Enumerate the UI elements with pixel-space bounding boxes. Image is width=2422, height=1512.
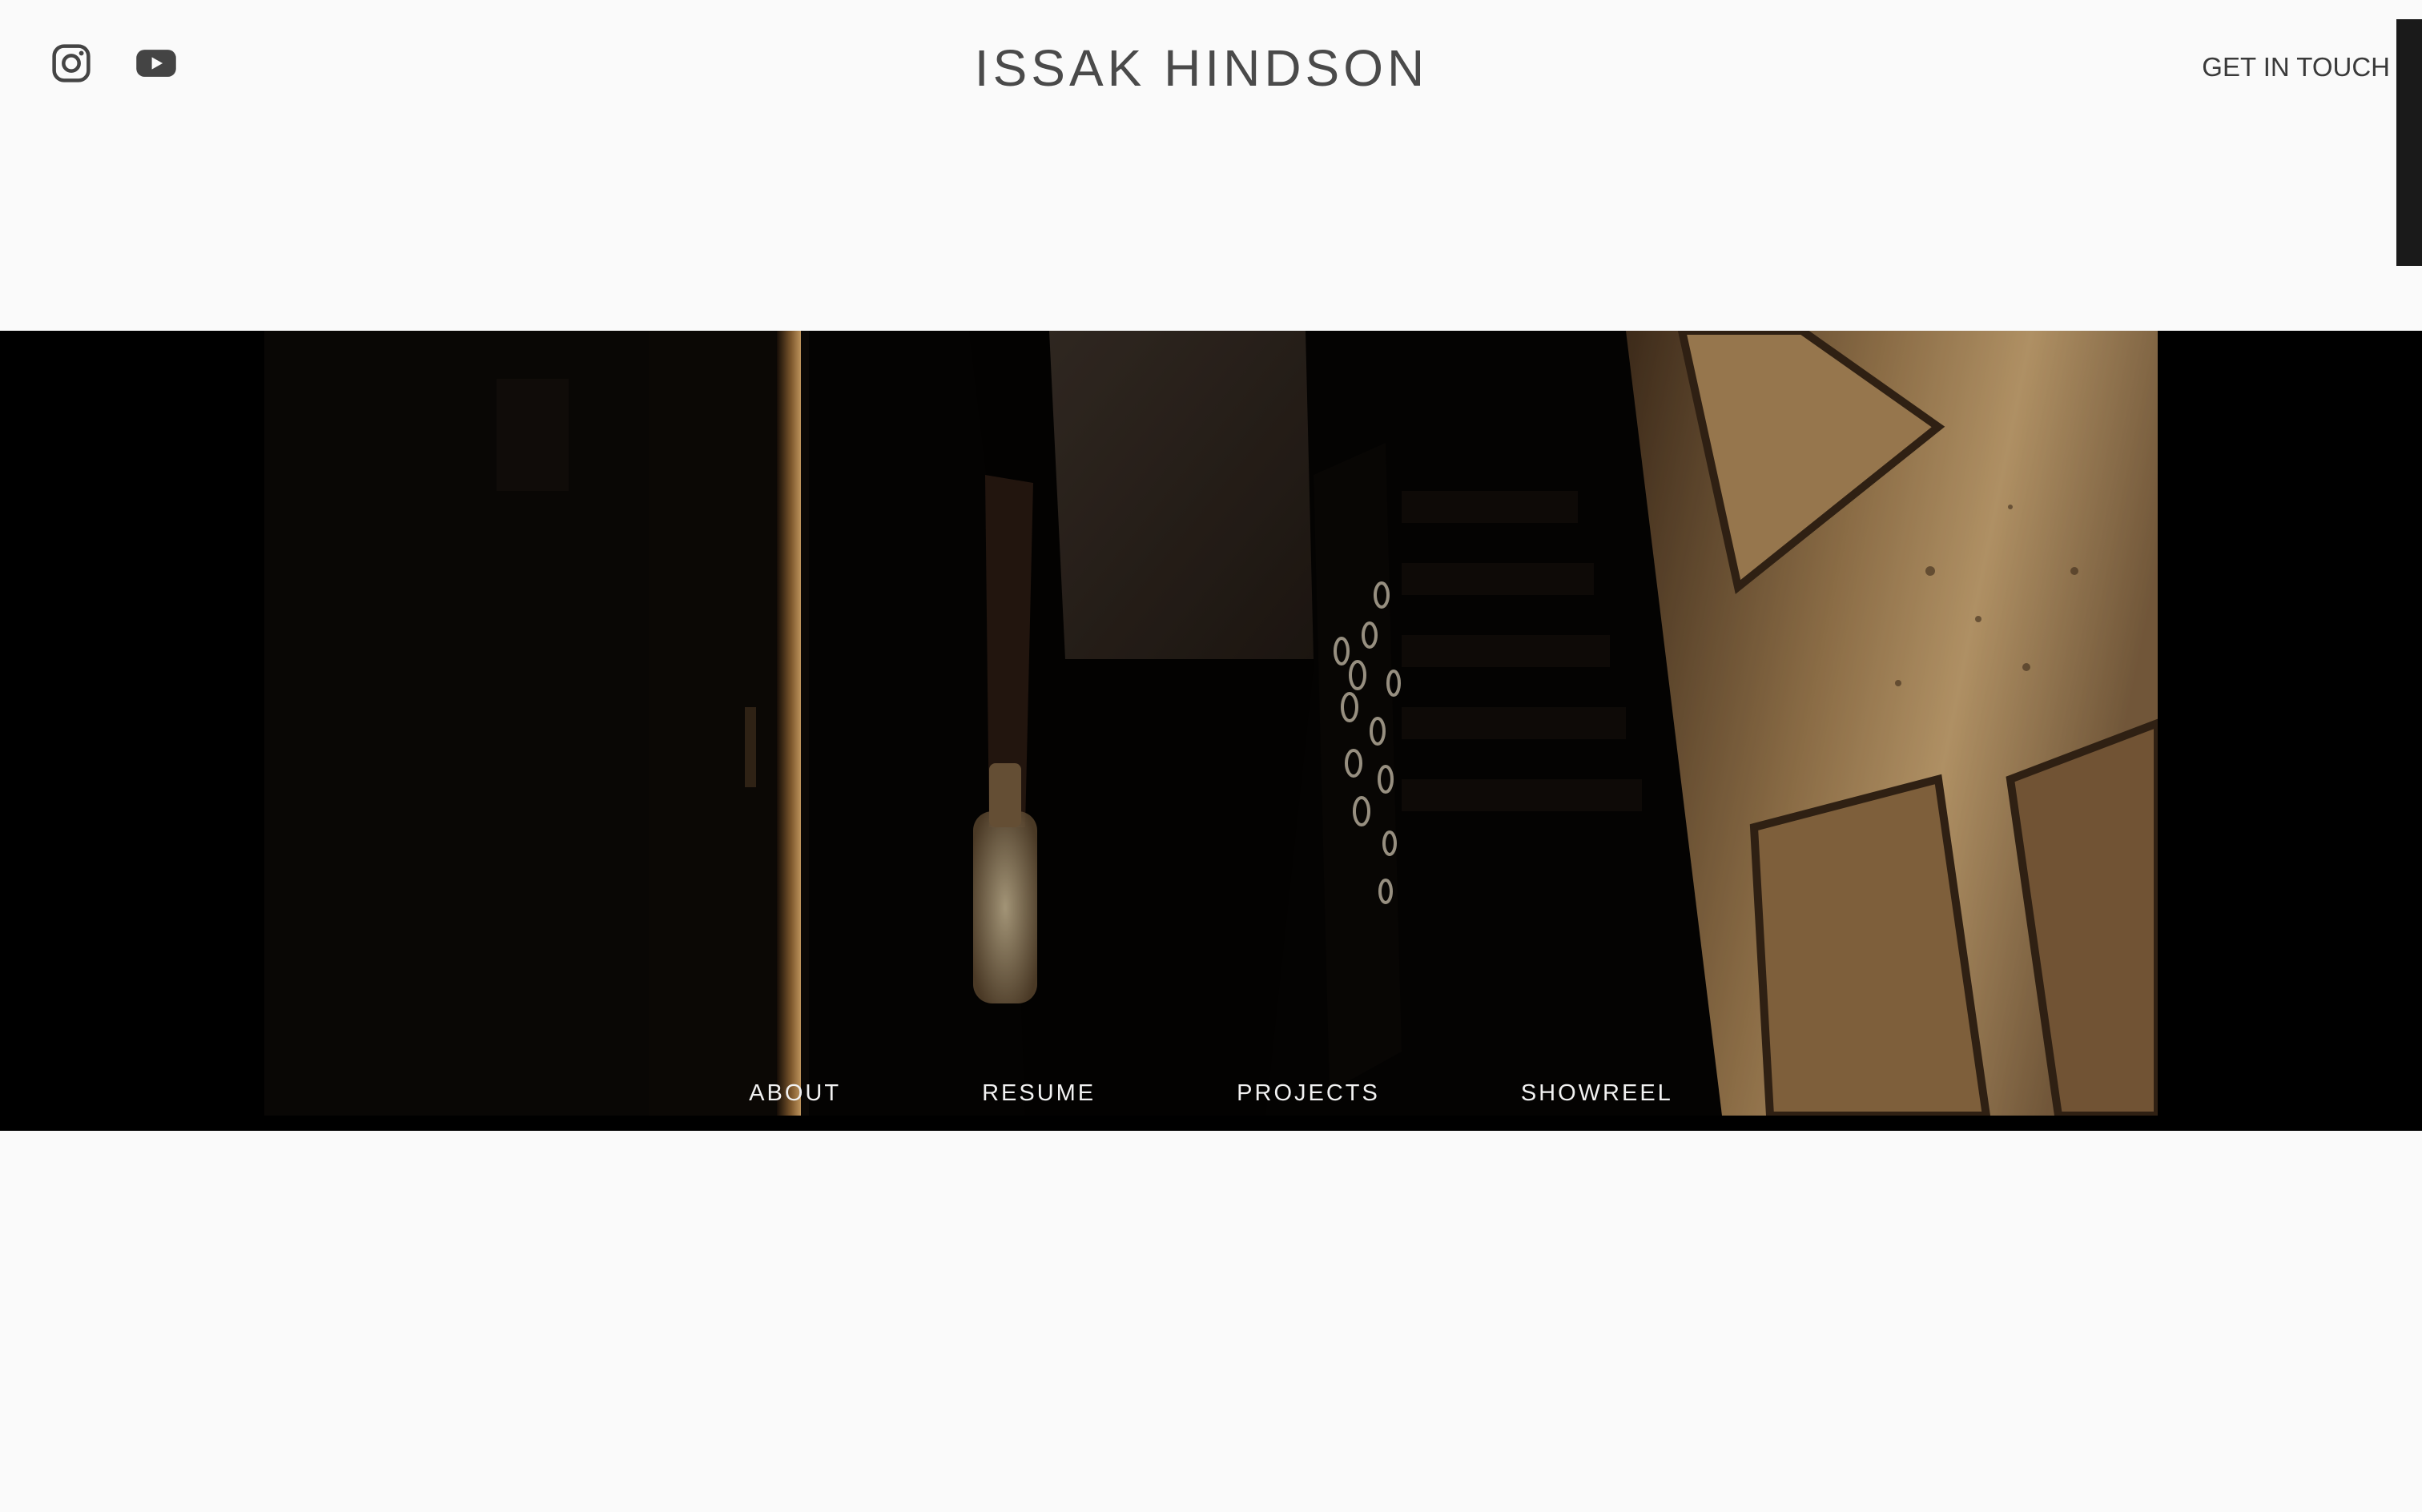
hero-banner: ABOUT RESUME PROJECTS SHOWREEL: [0, 331, 2422, 1131]
nav-item-showreel[interactable]: SHOWREEL: [1521, 1079, 1673, 1108]
film-still-image: [264, 331, 2158, 1116]
film-still-icon: [264, 331, 2158, 1116]
get-in-touch-link[interactable]: GET IN TOUCH: [2202, 51, 2390, 83]
page: ISSAK HINDSON GET IN TOUCH ABOUT RESUME …: [0, 0, 2422, 1512]
nav-item-resume[interactable]: RESUME: [982, 1079, 1096, 1108]
main-nav: ABOUT RESUME PROJECTS SHOWREEL: [0, 1079, 2422, 1108]
nav-item-projects[interactable]: PROJECTS: [1237, 1079, 1380, 1108]
nav-item-about[interactable]: ABOUT: [749, 1079, 841, 1108]
scrollbar-thumb[interactable]: [2396, 19, 2422, 266]
site-title[interactable]: ISSAK HINDSON: [0, 37, 2403, 99]
